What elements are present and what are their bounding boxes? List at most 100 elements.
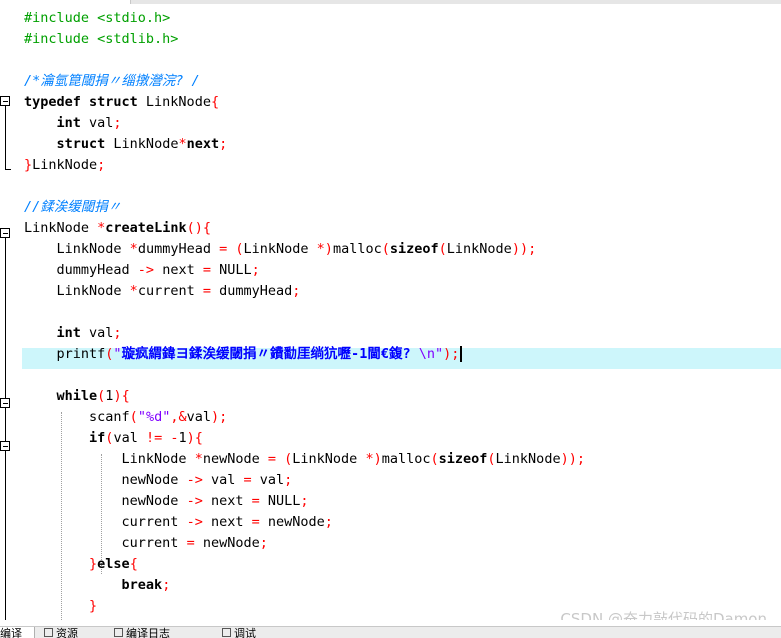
code-token: -> xyxy=(186,472,203,488)
code-token: } xyxy=(89,556,98,572)
code-token: scanf xyxy=(24,409,130,425)
code-token: dummyHead xyxy=(137,241,220,257)
code-token: LinkNode xyxy=(446,241,512,257)
code-token: newNode xyxy=(259,514,325,530)
code-editor[interactable]: #include <stdio.h> #include <stdlib.h> /*瀹… xyxy=(0,0,781,620)
resources-icon xyxy=(44,628,53,637)
code-token: = xyxy=(267,451,276,467)
code-token: #include <stdio.h> xyxy=(24,10,171,26)
tab-compile-log[interactable]: 编译日志 xyxy=(114,627,210,638)
code-token: -> xyxy=(186,514,203,530)
fold-guide-line xyxy=(5,238,6,398)
code-token: LinkNode xyxy=(292,451,366,467)
code-token: ; xyxy=(292,283,301,299)
compile-log-icon xyxy=(114,628,123,637)
code-line: /*瀹氫箟閾捐〃缁撴瀯浣? / xyxy=(24,71,200,92)
code-token: { xyxy=(129,556,138,572)
code-token: LinkNode xyxy=(32,157,98,173)
code-token: break xyxy=(121,577,163,593)
file-tab-edge[interactable] xyxy=(0,0,131,4)
code-token: != xyxy=(145,430,163,446)
code-token: while xyxy=(56,388,98,404)
code-token: * xyxy=(194,451,203,467)
fold-gutter xyxy=(0,4,18,620)
code-line: #include <stdio.h> xyxy=(24,8,170,29)
code-token: *) xyxy=(316,241,333,257)
code-token: ( xyxy=(487,451,496,467)
tab-compiler[interactable]: 编译 xyxy=(0,627,35,638)
fold-collapse-icon[interactable] xyxy=(0,228,10,238)
code-line: newNode -> next = NULL; xyxy=(24,491,309,512)
tab-debug-label: 调试 xyxy=(234,627,256,638)
code-line: newNode -> val = val; xyxy=(24,470,293,491)
code-token: sizeof xyxy=(438,451,488,467)
code-token: createLink xyxy=(105,220,187,236)
code-line: }else{ xyxy=(24,554,138,575)
code-token: current xyxy=(24,514,187,530)
code-token: val xyxy=(113,430,146,446)
code-token: { xyxy=(210,94,220,110)
code-token: val xyxy=(80,325,114,341)
code-line: struct LinkNode*next; xyxy=(24,134,228,155)
code-token: LinkNode xyxy=(495,451,561,467)
code-token: next xyxy=(154,262,203,278)
code-token: current xyxy=(137,283,203,299)
code-token: ( xyxy=(438,241,447,257)
code-token: val xyxy=(186,409,211,425)
code-token: ( xyxy=(129,409,138,425)
code-line: current = newNode; xyxy=(24,533,268,554)
bottom-panel-tabs: 编译 资源 编译日志 调试 xyxy=(0,626,781,638)
code-token: int xyxy=(56,325,81,341)
code-token: "%d" xyxy=(137,409,171,425)
code-token: dummyHead xyxy=(210,283,293,299)
tab-compiler-label: 编译 xyxy=(0,627,22,638)
code-token: next xyxy=(202,493,252,509)
fold-collapse-icon[interactable] xyxy=(0,96,10,106)
code-token: )); xyxy=(511,241,537,257)
code-token: * xyxy=(129,283,138,299)
code-token: *) xyxy=(365,451,382,467)
code-token: (){ xyxy=(186,220,211,236)
code-token: typedef struct xyxy=(24,94,146,110)
code-token: current xyxy=(24,535,187,551)
code-line: } xyxy=(24,596,97,617)
editor-tab-strip xyxy=(0,0,781,4)
fold-collapse-icon[interactable] xyxy=(0,441,10,451)
code-token: malloc xyxy=(332,241,382,257)
code-line: current -> next = newNode; xyxy=(24,512,333,533)
fold-collapse-icon[interactable] xyxy=(0,398,10,408)
tab-debug[interactable]: 调试 xyxy=(222,627,288,638)
code-token: * xyxy=(129,241,138,257)
code-line: scanf("%d",&val); xyxy=(24,407,227,428)
code-token: ){ xyxy=(186,430,203,446)
code-token: //鍒涘缓閾捐〃 xyxy=(24,199,122,215)
code-token: LinkNode xyxy=(24,241,130,257)
code-token: ; xyxy=(113,115,122,131)
debug-icon xyxy=(222,628,231,637)
code-token: ; xyxy=(113,325,122,341)
code-token: ; xyxy=(259,535,268,551)
code-token: " xyxy=(113,346,122,362)
code-token: ); xyxy=(443,346,460,362)
code-token: ; xyxy=(219,136,228,152)
code-line: int val; xyxy=(24,113,122,134)
code-token: * xyxy=(178,136,187,152)
code-token: newNode xyxy=(24,472,187,488)
fold-guide-line xyxy=(5,408,6,441)
code-token: ; xyxy=(324,514,333,530)
code-line: LinkNode *newNode = (LinkNode *)malloc(s… xyxy=(24,449,585,470)
tab-resources[interactable]: 资源 xyxy=(44,627,106,638)
code-token: LinkNode xyxy=(24,220,98,236)
code-token: ( xyxy=(430,451,439,467)
code-token: sizeof xyxy=(389,241,439,257)
code-line: #include <stdlib.h> xyxy=(24,29,178,50)
code-token: LinkNode xyxy=(243,241,317,257)
code-token: ( xyxy=(381,241,390,257)
fold-guide-line xyxy=(5,106,6,169)
code-token: = xyxy=(186,535,195,551)
code-token: - xyxy=(170,430,179,446)
